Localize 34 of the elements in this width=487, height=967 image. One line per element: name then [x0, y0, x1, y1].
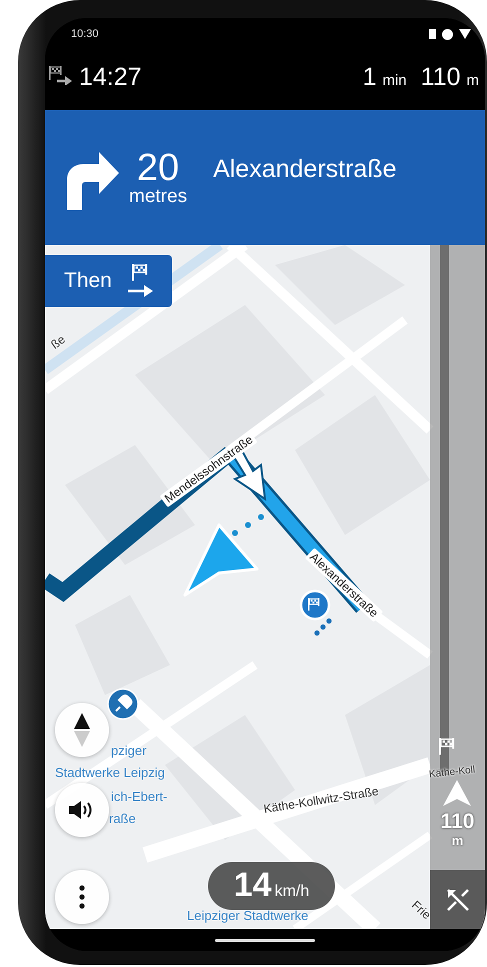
finish-flag-arrow-icon — [49, 64, 73, 84]
poi-label: Leipziger Stadtwerke — [187, 908, 308, 923]
poi-label: Stadtwerke Leipzig — [55, 765, 165, 780]
position-arrow-icon — [443, 780, 471, 806]
then-label: Then — [64, 269, 112, 293]
compass-icon — [74, 713, 90, 747]
remaining-time: 1 — [362, 62, 376, 92]
route-remaining-distance: 110 — [440, 810, 476, 834]
dot-status-icon — [442, 28, 453, 40]
maneuver-distance: 20 — [136, 149, 180, 187]
poi-label: ich-Ebert- — [111, 789, 168, 804]
more-icon — [79, 885, 85, 909]
collapse-arrows-icon — [444, 886, 470, 912]
poi-label: raße — [109, 811, 136, 826]
square-status-icon — [429, 29, 436, 39]
remaining-distance: 110 — [420, 62, 460, 92]
time-unit: min — [382, 72, 407, 88]
street-label: Käthe-Koll — [428, 764, 476, 780]
home-indicator[interactable] — [215, 938, 315, 942]
triangle-status-icon — [459, 29, 471, 39]
collapse-button[interactable] — [430, 870, 485, 929]
next-street-name: Alexanderstraße — [213, 155, 397, 184]
dotted-path-line — [231, 513, 267, 537]
speed-unit: km/h — [274, 883, 310, 901]
poi-label: pziger — [111, 743, 146, 758]
status-time: 10:30 — [71, 28, 99, 40]
street-label: ße — [48, 332, 68, 352]
street-label: Frie — [408, 898, 434, 922]
finish-flag-arrow-icon — [128, 264, 154, 298]
maneuver-distance-unit: metres — [129, 187, 188, 206]
distance-unit: m — [466, 72, 479, 88]
current-speed: 14 — [234, 868, 272, 902]
route-distance-unit: m — [450, 833, 464, 848]
arrival-time: 14:27 — [79, 62, 142, 92]
